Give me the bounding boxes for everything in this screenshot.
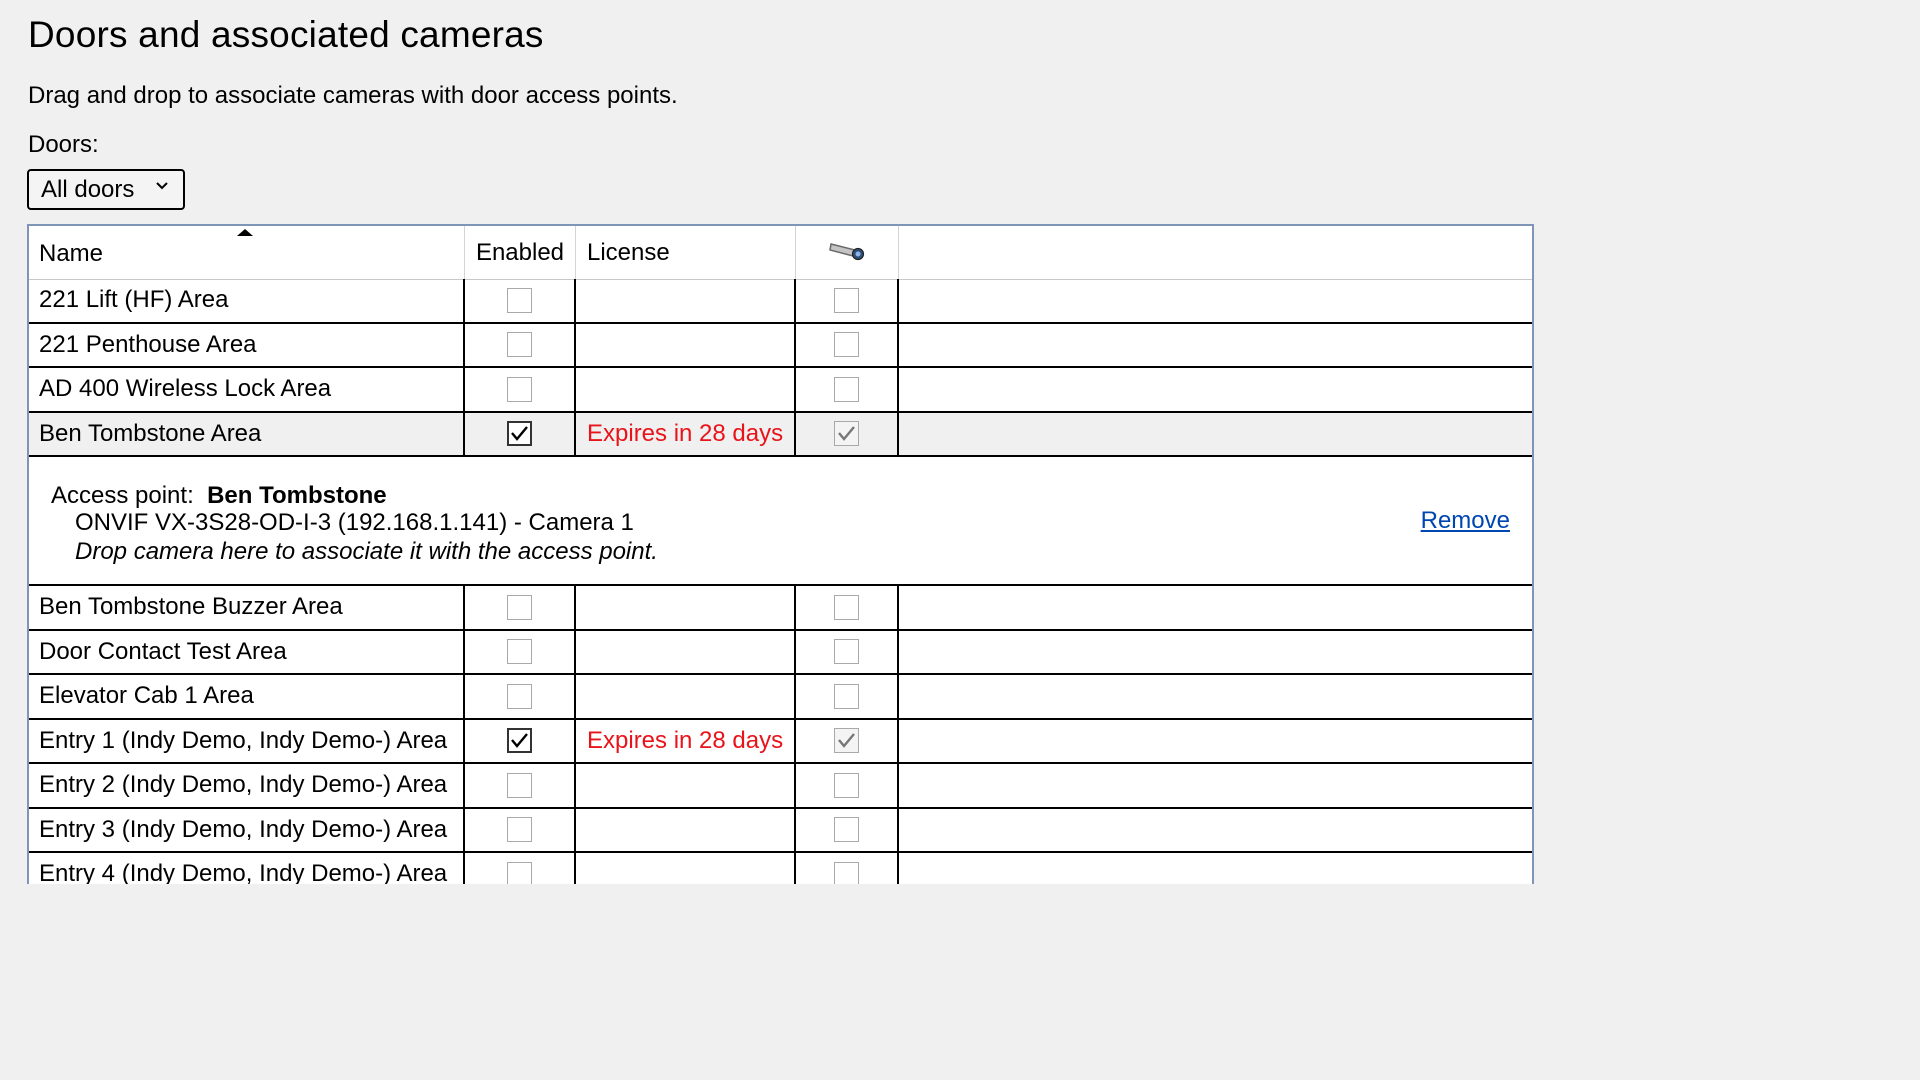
- table-row[interactable]: AD 400 Wireless Lock Area: [29, 368, 1532, 413]
- row-license: [576, 279, 796, 322]
- doors-filter-value: All doors: [41, 175, 135, 203]
- row-name: Entry 3 (Indy Demo, Indy Demo-) Area: [29, 808, 465, 851]
- row-license: [576, 586, 796, 629]
- camera-checkbox[interactable]: [834, 683, 859, 709]
- table-row[interactable]: Elevator Cab 1 Area: [29, 675, 1532, 720]
- enabled-checkbox[interactable]: [507, 772, 532, 798]
- row-name: Entry 1 (Indy Demo, Indy Demo-) Area: [29, 719, 465, 762]
- row-enabled-cell: [465, 675, 576, 718]
- enabled-checkbox[interactable]: [507, 817, 532, 843]
- camera-checkbox[interactable]: [834, 287, 859, 313]
- table-row[interactable]: 221 Lift (HF) Area: [29, 279, 1532, 324]
- row-camera-cell: [796, 630, 899, 673]
- row-license: Expires in 28 days: [576, 719, 796, 762]
- row-enabled-cell: [465, 412, 576, 455]
- row-license: [576, 368, 796, 411]
- enabled-checkbox[interactable]: [507, 861, 532, 884]
- column-header-camera[interactable]: [796, 226, 899, 279]
- row-camera-cell: [796, 764, 899, 807]
- column-header-name-label: Name: [39, 239, 104, 267]
- enabled-checkbox[interactable]: [507, 639, 532, 665]
- table-row[interactable]: 221 Penthouse Area: [29, 323, 1532, 368]
- page-description: Drag and drop to associate cameras with …: [28, 82, 678, 109]
- table-row[interactable]: Entry 1 (Indy Demo, Indy Demo-) Area Expi…: [29, 719, 1532, 764]
- associated-camera[interactable]: ONVIF VX-3S28-OD-I-3 (192.168.1.141) - C…: [75, 509, 634, 537]
- remove-link[interactable]: Remove: [1421, 507, 1510, 535]
- row-enabled-cell: [465, 279, 576, 322]
- enabled-checkbox[interactable]: [507, 421, 532, 447]
- drop-hint[interactable]: Drop camera here to associate it with th…: [75, 538, 658, 566]
- camera-checkbox[interactable]: [834, 861, 859, 884]
- chevron-down-icon: [155, 178, 169, 196]
- row-name: Ben Tombstone Area: [29, 412, 465, 455]
- enabled-checkbox[interactable]: [507, 594, 532, 620]
- row-camera-cell: [796, 368, 899, 411]
- camera-checkbox[interactable]: [834, 421, 859, 447]
- row-license: [576, 675, 796, 718]
- row-enabled-cell: [465, 764, 576, 807]
- enabled-checkbox[interactable]: [507, 376, 532, 402]
- row-camera-cell: [796, 279, 899, 322]
- access-point-line: Access point: Ben Tombstone: [51, 482, 387, 510]
- row-name: Door Contact Test Area: [29, 630, 465, 673]
- row-enabled-cell: [465, 586, 576, 629]
- camera-checkbox[interactable]: [834, 728, 859, 754]
- table-row[interactable]: Entry 2 (Indy Demo, Indy Demo-) Area: [29, 764, 1532, 809]
- row-license: [576, 764, 796, 807]
- row-license: Expires in 28 days: [576, 412, 796, 455]
- access-point-detail-panel[interactable]: Access point: Ben Tombstone ONVIF VX-3S28…: [29, 457, 1532, 586]
- table-row[interactable]: Door Contact Test Area: [29, 630, 1532, 675]
- camera-checkbox[interactable]: [834, 817, 859, 843]
- row-camera-cell: [796, 853, 899, 884]
- doors-filter-dropdown[interactable]: All doors: [27, 169, 185, 210]
- row-enabled-cell: [465, 630, 576, 673]
- row-license: [576, 853, 796, 884]
- table-row[interactable]: Entry 3 (Indy Demo, Indy Demo-) Area: [29, 808, 1532, 853]
- row-camera-cell: [796, 412, 899, 455]
- row-name: Entry 4 (Indy Demo, Indy Demo-) Area: [29, 853, 465, 884]
- table-row[interactable]: Ben Tombstone Area Expires in 28 days: [29, 412, 1532, 457]
- column-header-license[interactable]: License: [576, 226, 796, 279]
- table-row[interactable]: Ben Tombstone Buzzer Area: [29, 586, 1532, 631]
- sort-ascending-icon: [237, 229, 253, 236]
- row-name: Ben Tombstone Buzzer Area: [29, 586, 465, 629]
- doors-label: Doors:: [28, 131, 99, 158]
- access-point-label: Access point:: [51, 482, 194, 509]
- table-row[interactable]: Entry 4 (Indy Demo, Indy Demo-) Area: [29, 853, 1532, 884]
- row-license: [576, 630, 796, 673]
- doors-table: Name Enabled License 221 Lift (HF) Area 2…: [27, 224, 1534, 884]
- column-header-enabled[interactable]: Enabled: [465, 226, 576, 279]
- row-camera-cell: [796, 808, 899, 851]
- row-enabled-cell: [465, 719, 576, 762]
- row-camera-cell: [796, 675, 899, 718]
- camera-checkbox[interactable]: [834, 772, 859, 798]
- row-camera-cell: [796, 719, 899, 762]
- table-header: Name Enabled License: [29, 226, 1532, 280]
- page-title: Doors and associated cameras: [28, 14, 544, 55]
- access-point-name: Ben Tombstone: [207, 482, 387, 509]
- row-enabled-cell: [465, 808, 576, 851]
- row-name: Entry 2 (Indy Demo, Indy Demo-) Area: [29, 764, 465, 807]
- enabled-checkbox[interactable]: [507, 683, 532, 709]
- row-name: Elevator Cab 1 Area: [29, 675, 465, 718]
- camera-checkbox[interactable]: [834, 639, 859, 665]
- row-enabled-cell: [465, 853, 576, 884]
- enabled-checkbox[interactable]: [507, 332, 532, 358]
- camera-checkbox[interactable]: [834, 376, 859, 402]
- row-name: 221 Penthouse Area: [29, 323, 465, 366]
- row-enabled-cell: [465, 323, 576, 366]
- row-enabled-cell: [465, 368, 576, 411]
- column-header-name[interactable]: Name: [29, 226, 465, 279]
- camera-checkbox[interactable]: [834, 594, 859, 620]
- row-camera-cell: [796, 323, 899, 366]
- camera-icon: [827, 238, 867, 267]
- row-name: AD 400 Wireless Lock Area: [29, 368, 465, 411]
- row-name: 221 Lift (HF) Area: [29, 279, 465, 322]
- row-license: [576, 323, 796, 366]
- row-camera-cell: [796, 586, 899, 629]
- enabled-checkbox[interactable]: [507, 287, 532, 313]
- camera-checkbox[interactable]: [834, 332, 859, 358]
- enabled-checkbox[interactable]: [507, 728, 532, 754]
- row-license: [576, 808, 796, 851]
